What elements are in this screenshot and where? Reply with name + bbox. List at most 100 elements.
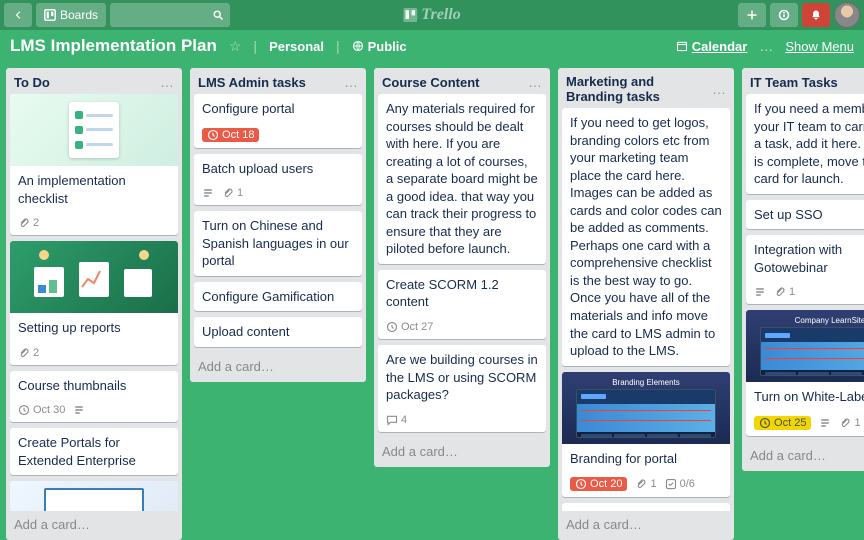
card-list: Configure portal Oct 18 Batch upload user… [190, 94, 366, 353]
card-badges: Oct 18 [194, 124, 362, 148]
boards-button[interactable]: Boards [36, 3, 106, 27]
due-badge: Oct 27 [386, 321, 433, 333]
description-badge [754, 286, 766, 298]
board-name[interactable]: LMS Implementation Plan [10, 36, 217, 56]
card-badges: 4 [378, 410, 546, 432]
due-badge: Oct 30 [18, 404, 65, 416]
plus-icon [746, 9, 758, 21]
card-list: If you need a member of your IT team to … [742, 94, 864, 442]
card[interactable]: CERTIFICATECreate Certificates Oct 27 2 [10, 481, 178, 511]
card[interactable]: An implementation checklist 2 [10, 94, 178, 235]
list-menu-button[interactable]: … [344, 74, 358, 90]
add-card-button[interactable]: Add a card… [6, 511, 182, 540]
card[interactable]: Configure Gamification [194, 282, 362, 312]
card[interactable]: Integration with Gotowebinar 1 [746, 235, 864, 304]
show-menu-link[interactable]: Show Menu [785, 39, 854, 54]
card[interactable]: Course thumbnails Oct 30 [10, 371, 178, 423]
create-button[interactable] [738, 3, 766, 27]
due-badge: Oct 20 [570, 477, 627, 491]
card[interactable]: Upload content [194, 317, 362, 347]
star-button[interactable]: ☆ [229, 38, 242, 55]
list-header: Course Content … [374, 68, 550, 94]
list-menu-button[interactable]: … [160, 74, 174, 90]
list: IT Team Tasks… If you need a member of yo… [742, 68, 864, 471]
notifications-button[interactable] [802, 3, 830, 27]
trello-logo[interactable]: Trello [403, 6, 460, 24]
list-header: IT Team Tasks… [742, 68, 864, 94]
card[interactable]: If you need to get logos, branding color… [562, 108, 730, 366]
add-card-button[interactable]: Add a card… [190, 353, 366, 382]
card-badges: Oct 20 1 0/6 [562, 473, 730, 497]
add-card-button[interactable]: Add a card… [374, 438, 550, 467]
card-badges: 2 [10, 343, 178, 365]
list: Marketing and Branding tasks… If you need… [558, 68, 734, 540]
card[interactable]: Company LearnSiteTurn on White-Labeling … [746, 310, 864, 436]
list-title[interactable]: To Do [14, 75, 50, 90]
bell-icon [810, 9, 822, 21]
card[interactable]: Any materials required for courses shoul… [378, 94, 546, 264]
list-menu-button[interactable]: … [528, 74, 542, 90]
card-badges: 2 [10, 213, 178, 235]
card-title: If you need to get logos, branding color… [570, 114, 722, 360]
calendar-icon [676, 40, 688, 52]
card-list: Any materials required for courses shoul… [374, 94, 550, 438]
card[interactable]: Configure portal Oct 18 [194, 94, 362, 148]
description-badge [202, 187, 214, 199]
card-title: Create Portals for Extended Enterprise [18, 434, 170, 469]
card-cover [10, 241, 178, 313]
attachments-badge: 1 [222, 187, 243, 199]
card-title: Integration with Gotowebinar [754, 241, 864, 276]
list-title[interactable]: Marketing and Branding tasks [566, 74, 712, 104]
list-title[interactable]: Course Content [382, 75, 480, 90]
card-badges: 1 [194, 183, 362, 205]
due-badge: Oct 25 [754, 416, 811, 430]
attachments-badge: 1 [635, 478, 656, 490]
search-icon [212, 9, 224, 21]
card-title: Branding for portal [570, 450, 722, 468]
attachments-badge: 1 [839, 417, 860, 429]
description-badge [73, 404, 85, 416]
card[interactable]: Turn on Chinese and Spanish languages in… [194, 211, 362, 276]
user-avatar[interactable] [834, 2, 860, 28]
card-title: If you need a member of your IT team to … [754, 100, 864, 188]
card-title: An implementation checklist [18, 172, 170, 207]
logo-text: Trello [421, 6, 460, 24]
card[interactable]: Gamifcation badges Nov 3 [562, 503, 730, 511]
card-title: Setting up reports [18, 319, 170, 337]
add-card-button[interactable]: Add a card… [558, 511, 734, 540]
card[interactable]: If you need a member of your IT team to … [746, 94, 864, 194]
card[interactable]: Are we building courses in the LMS or us… [378, 345, 546, 432]
card-list: An implementation checklist 2Setting up … [6, 94, 182, 511]
card[interactable]: Batch upload users 1 [194, 154, 362, 206]
card-title: Course thumbnails [18, 377, 170, 395]
list-header: LMS Admin tasks … [190, 68, 366, 94]
card-cover: Branding Elements [562, 372, 730, 444]
card[interactable]: Create SCORM 1.2 content Oct 27 [378, 270, 546, 339]
card-title: Create SCORM 1.2 content [386, 276, 538, 311]
card[interactable]: Set up SSO [746, 200, 864, 230]
card[interactable]: Branding Elements Branding for portal Oct… [562, 372, 730, 498]
attachments-badge: 2 [18, 217, 39, 229]
search-input[interactable] [110, 3, 230, 27]
list-title[interactable]: LMS Admin tasks [198, 75, 306, 90]
card-badges: 1 [746, 282, 864, 304]
add-card-button[interactable]: Add a card… [742, 442, 864, 471]
list-header: Marketing and Branding tasks… [558, 68, 734, 108]
list-menu-button[interactable]: … [712, 81, 726, 97]
checklist-badge: 0/6 [665, 478, 695, 490]
calendar-link[interactable]: Calendar [676, 39, 748, 54]
list-header: To Do … [6, 68, 182, 94]
team-link[interactable]: Personal [269, 39, 324, 54]
board-canvas[interactable]: To Do…An implementation checklist 2Setti… [0, 62, 864, 540]
card[interactable]: Setting up reports 2 [10, 241, 178, 365]
card[interactable]: Create Portals for Extended Enterprise [10, 428, 178, 475]
list-title[interactable]: IT Team Tasks [750, 75, 838, 90]
back-button[interactable] [4, 3, 32, 27]
info-button[interactable] [770, 3, 798, 27]
card-title: Are we building courses in the LMS or us… [386, 351, 538, 404]
due-badge: Oct 18 [202, 128, 259, 142]
visibility-link[interactable]: Public [352, 39, 407, 54]
header-right [738, 2, 860, 28]
card-badges: Oct 30 [10, 400, 178, 422]
card-title: Upload content [202, 323, 354, 341]
